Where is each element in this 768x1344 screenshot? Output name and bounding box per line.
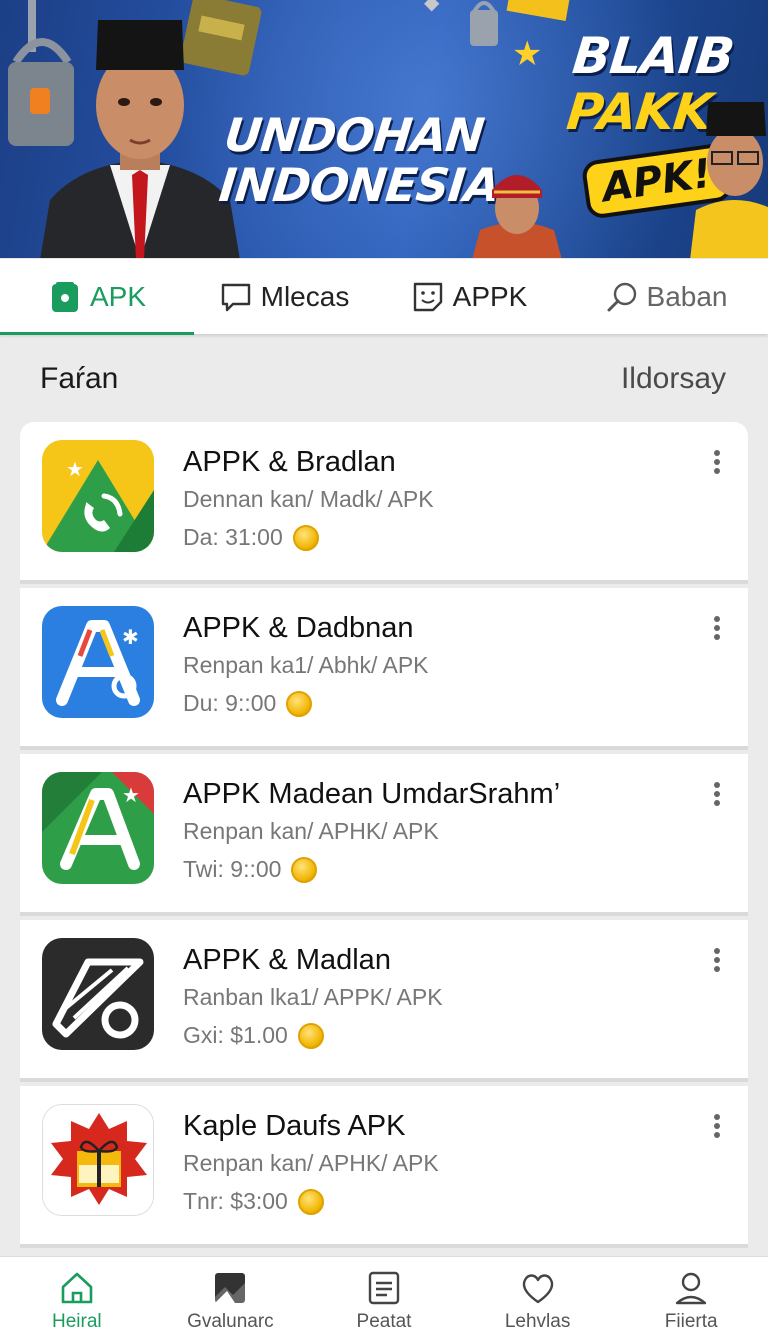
list-item[interactable]: ★ APPK Madean UmdarSrahm’ Renpan kan/ AP… [20,754,748,916]
coin-icon [297,1022,324,1049]
chat-icon [221,283,250,311]
promo-banner[interactable]: ★ ◆ UNDOHAN INDONESIA BLAIB PAKK. APK! [0,0,768,258]
list-item[interactable]: APPK & Madlan Ranban lka1/ APPK/ APK Gxi… [20,920,748,1082]
svg-text:✱: ✱ [122,625,139,649]
star-icon: ◆ [424,0,440,14]
tab-apk[interactable]: APK [0,259,194,335]
tab-mlecas[interactable]: Mlecas [194,259,374,335]
app-subtitle: Renpan kan/ APHK/ APK [183,818,439,844]
nav-profile-label: Fiierta [664,1311,718,1332]
coin-icon [292,524,319,551]
tab-mlecas-label: Mlecas [260,280,350,312]
search-icon [607,282,636,311]
app-price: Du: 9::00 [183,690,277,716]
top-tab-bar: APK Mlecas APPK Baban [0,258,768,335]
more-options-icon[interactable] [714,1114,722,1138]
app-price: Da: 31:00 [183,524,283,550]
tab-apk-label: APK [89,280,147,312]
nav-home[interactable]: Heiral [0,1257,154,1344]
nav-gallery[interactable]: Gvalunarc [154,1257,308,1344]
more-options-icon[interactable] [714,948,722,972]
app-meta: Da: 31:00 [183,524,319,551]
nav-document[interactable]: Peatat [307,1257,461,1344]
app-list: ★ APPK & Bradlan Dennan kan/ Madk/ APK D… [20,422,748,1262]
bottom-nav: Heiral Gvalunarc Peatat Lehvlas Fiierta [0,1256,768,1344]
list-item[interactable]: Kaple Daufs APK Renpan kan/ APHK/ APK Tn… [20,1086,748,1248]
app-subtitle: Renpan kan/ APHK/ APK [183,1150,439,1176]
app-price: Tnr: $3:00 [183,1188,288,1214]
app-name: APPK & Bradlan [183,446,396,478]
person-traditional-illustration [472,175,562,258]
letter-a-app-icon: ✱ [42,606,154,718]
svg-text:★: ★ [122,783,140,807]
sign-icon [506,0,570,22]
tab-search[interactable]: Baban [564,259,768,335]
tab-appk[interactable]: APPK [374,259,564,335]
app-meta: Twi: 9::00 [183,856,318,883]
more-options-icon[interactable] [714,782,722,806]
heart-icon [522,1274,553,1304]
coin-icon [297,1188,324,1215]
green-a-app-icon: ★ [42,772,154,884]
app-meta: Du: 9::00 [183,690,313,717]
app-subtitle: Ranban lka1/ APPK/ APK [183,984,443,1010]
document-icon [368,1271,400,1305]
phone-app-icon: ★ [42,440,154,552]
app-name: APPK & Dadbnan [183,612,414,644]
padlock-icon [470,1,498,46]
app-subtitle: Renpan ka1/ Abhk/ APK [183,652,429,678]
person-portrait-illustration [40,20,240,258]
app-price: Gxi: $1.00 [183,1022,288,1048]
sticker-icon [413,282,442,311]
app-name: APPK & Madlan [183,944,391,976]
list-item[interactable]: ★ APPK & Bradlan Dennan kan/ Madk/ APK D… [20,422,748,584]
section-see-all-link[interactable]: Ildorsay [621,362,726,396]
banner-headline: UNDOHAN INDONESIA [216,108,502,212]
gift-app-icon [42,1104,154,1216]
app-meta: Gxi: $1.00 [183,1022,324,1049]
gallery-icon [215,1273,246,1303]
nav-favorites[interactable]: Lehvlas [461,1257,615,1344]
nav-home-label: Heiral [51,1311,102,1332]
home-icon [61,1272,93,1304]
app-price: Twi: 9::00 [183,856,282,882]
tab-appk-label: APPK [452,280,528,312]
coin-icon [291,856,318,883]
list-item[interactable]: ✱ APPK & Dadbnan Renpan ka1/ Abhk/ APK D… [20,588,748,750]
person-official-illustration [690,102,768,258]
profile-icon [675,1272,707,1305]
ruler-app-icon [42,938,154,1050]
app-subtitle: Dennan kan/ Madk/ APK [183,486,434,512]
nav-gallery-label: Gvalunarc [187,1311,274,1332]
tab-search-label: Baban [646,280,728,312]
app-name: APPK Madean UmdarSrahm’ [183,778,561,810]
more-options-icon[interactable] [714,450,722,474]
nav-document-label: Peatat [356,1311,412,1332]
nav-profile[interactable]: Fiierta [614,1257,768,1344]
app-meta: Tnr: $3:00 [183,1188,324,1215]
nav-favorites-label: Lehvlas [504,1311,571,1332]
apk-icon [51,281,78,312]
svg-text:★: ★ [66,457,84,481]
coin-icon [286,690,313,717]
more-options-icon[interactable] [714,616,722,640]
app-name: Kaple Daufs APK [183,1110,406,1142]
star-icon: ★ [512,35,543,73]
section-title: Faŕan [40,362,119,395]
